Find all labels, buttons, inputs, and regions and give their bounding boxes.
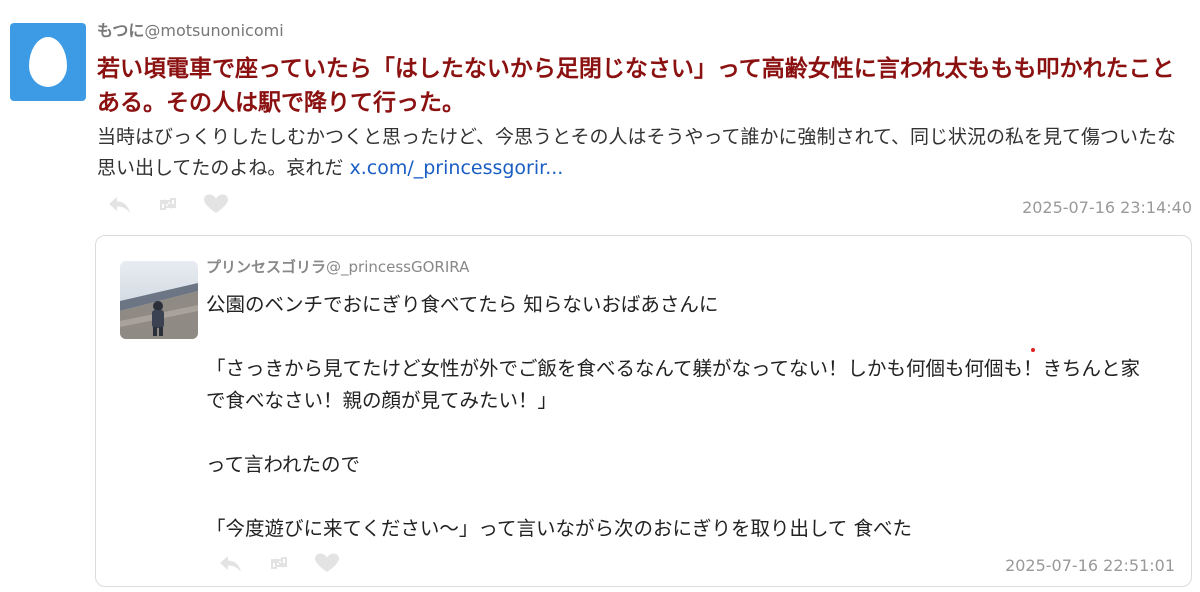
quote-timestamp[interactable]: 2025-07-16 22:51:01	[1005, 556, 1175, 575]
post-body-text: 当時はびっくりしたしむかつくと思ったけど、今思うとその人はそうやって誰かに強制さ…	[97, 126, 1177, 179]
author-handle[interactable]: @motsunonicomi	[144, 21, 283, 40]
post-body: 当時はびっくりしたしむかつくと思ったけど、今思うとその人はそうやって誰かに強制さ…	[97, 122, 1187, 184]
author-row: もつに@motsunonicomi	[97, 20, 284, 42]
red-dot-mark	[1031, 348, 1035, 352]
quote-line: 「今度遊びに来てください〜」って言いながら次のおにぎりを取り出して 食べた	[206, 517, 913, 540]
quote-body: 公園のベンチでおにぎり食べてたら 知らないおばあさんに 「さっきから見てたけど女…	[206, 289, 1146, 545]
quote-handle[interactable]: @_princessGORIRA	[326, 258, 469, 276]
quote-avatar[interactable]	[120, 261, 198, 339]
quote-line: 公園のベンチでおにぎり食べてたら 知らないおばあさんに	[206, 293, 719, 316]
quote-author-row: プリンセスゴリラ@_princessGORIRA	[206, 256, 469, 278]
quote-line: 「さっきから見てたけど女性が外でご飯を食べるなんて躾がなってない！しかも何個も何…	[206, 357, 1141, 412]
reply-icon[interactable]	[107, 193, 133, 215]
retweet-icon[interactable]	[266, 552, 292, 574]
author-display-name[interactable]: もつに	[97, 21, 144, 40]
retweet-icon[interactable]	[155, 193, 181, 215]
egg-icon	[29, 37, 67, 87]
avatar[interactable]	[10, 23, 86, 101]
post-timestamp[interactable]: 2025-07-16 23:14:40	[1022, 198, 1192, 217]
post-actions	[107, 193, 229, 215]
heart-icon[interactable]	[203, 193, 229, 215]
quote-display-name[interactable]: プリンセスゴリラ	[206, 258, 326, 276]
post-title: 若い頃電車で座っていたら「はしたないから足閉じなさい」って高齢女性に言われ太もも…	[97, 56, 1175, 116]
quote-line: って言われたので	[206, 453, 361, 476]
heart-icon[interactable]	[314, 552, 340, 574]
reply-icon[interactable]	[218, 552, 244, 574]
quote-link[interactable]: x.com/_princessgorir...	[349, 157, 563, 179]
quoted-post-card[interactable]: プリンセスゴリラ@_princessGORIRA 公園のベンチでおにぎり食べてた…	[95, 235, 1192, 587]
quote-actions	[218, 552, 340, 574]
